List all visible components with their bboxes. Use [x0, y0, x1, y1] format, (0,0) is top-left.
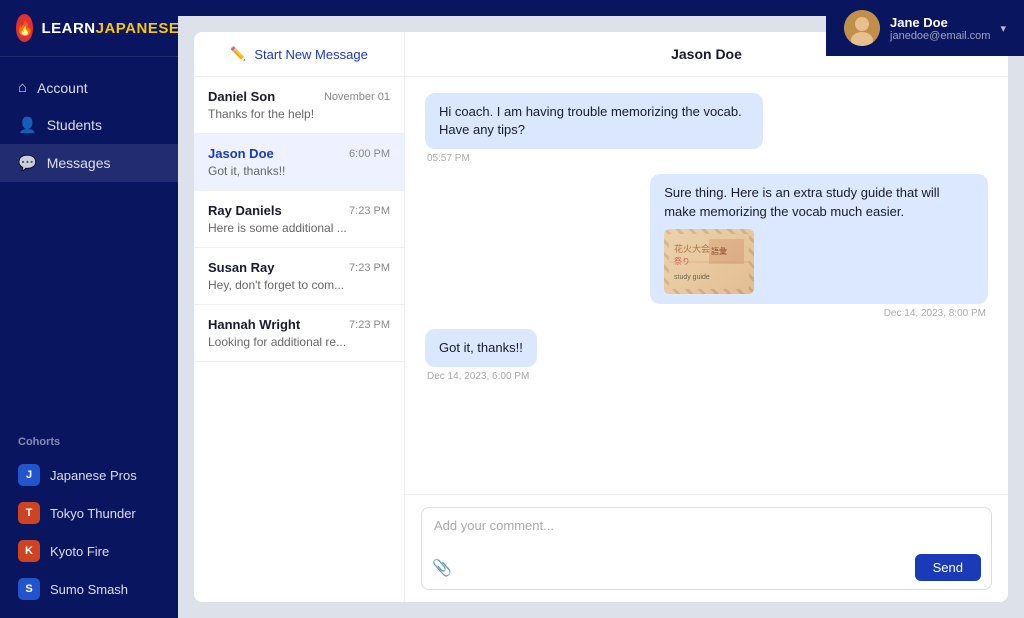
list-item[interactable]: Hannah Wright 7:23 PM Looking for additi… [194, 305, 404, 362]
svg-text:study guide: study guide [674, 274, 710, 281]
message-preview: Looking for additional re... [208, 335, 390, 349]
sidebar: 🔥 LEARNJAPANESE ⌂ Account 👤 Students 💬 M… [0, 0, 178, 618]
chevron-down-icon: ▾ [1000, 22, 1006, 35]
message-sender: Hannah Wright [208, 317, 300, 332]
message-time: 7:23 PM [349, 319, 390, 331]
chat-input-footer: 📎 Send [432, 554, 981, 581]
sidebar-item-messages[interactable]: 💬 Messages [0, 144, 178, 182]
chat-input-area: 📎 Send [405, 494, 1008, 602]
attachment-icon[interactable]: 📎 [432, 558, 452, 578]
topbar: Jane Doe janedoe@email.com ▾ [178, 0, 1024, 16]
message-bubble: Got it, thanks!! [425, 329, 537, 367]
edit-icon: ✏️ [230, 46, 246, 62]
message-bubble: Hi coach. I am having trouble memorizing… [425, 93, 763, 149]
sidebar-item-label: Students [47, 117, 102, 133]
message-sender: Susan Ray [208, 260, 274, 275]
list-item[interactable]: Daniel Son November 01 Thanks for the he… [194, 77, 404, 134]
message-time: 7:23 PM [349, 205, 390, 217]
chat-input[interactable] [434, 518, 979, 548]
user-menu[interactable]: Jane Doe janedoe@email.com ▾ [826, 0, 1024, 56]
cohort-item-japanese-pros[interactable]: J Japanese Pros [0, 456, 178, 494]
send-button[interactable]: Send [915, 554, 981, 581]
svg-text:花火大会: 花火大会 [674, 243, 710, 254]
message-preview: Thanks for the help! [208, 107, 390, 121]
message-time: 7:23 PM [349, 262, 390, 274]
cohorts-label: Cohorts [0, 430, 178, 456]
message-preview: Here is some additional ... [208, 221, 390, 235]
message-preview: Got it, thanks!! [208, 164, 390, 178]
message-sender: Daniel Son [208, 89, 275, 104]
sidebar-item-account[interactable]: ⌂ Account [0, 69, 178, 106]
message-text: Sure thing. Here is an extra study guide… [664, 185, 939, 218]
right-section: Jane Doe janedoe@email.com ▾ ✏️ Start Ne… [178, 0, 1024, 618]
cohort-badge: T [18, 502, 40, 524]
message-row: Got it, thanks!! Dec 14, 2023, 6:00 PM [425, 329, 988, 382]
logo-icon: 🔥 [16, 14, 33, 42]
message-text: Got it, thanks!! [439, 340, 523, 355]
cohort-item-kyoto-fire[interactable]: K Kyoto Fire [0, 532, 178, 570]
cohort-badge: J [18, 464, 40, 486]
cohort-badge: S [18, 578, 40, 600]
cohort-label: Japanese Pros [50, 468, 137, 483]
home-icon: ⌂ [18, 79, 27, 96]
user-info: Jane Doe janedoe@email.com [890, 15, 990, 42]
cohort-item-tokyo-thunder[interactable]: T Tokyo Thunder [0, 494, 178, 532]
message-image: 花火大会 祭り 語彙 study guide [664, 229, 754, 294]
logo: 🔥 LEARNJAPANESE [0, 0, 178, 57]
cohorts-section: Cohorts J Japanese Pros T Tokyo Thunder … [0, 420, 178, 618]
cohort-label: Kyoto Fire [50, 544, 109, 559]
list-item[interactable]: Ray Daniels 7:23 PM Here is some additio… [194, 191, 404, 248]
new-message-button[interactable]: ✏️ Start New Message [194, 32, 404, 77]
message-row: Hi coach. I am having trouble memorizing… [425, 93, 988, 164]
svg-text:語彙: 語彙 [711, 246, 727, 256]
sidebar-item-label: Account [37, 80, 88, 96]
chat-panel: Jason Doe Hi coach. I am having trouble … [404, 32, 1008, 602]
chat-messages: Hi coach. I am having trouble memorizing… [405, 77, 1008, 494]
avatar [844, 10, 880, 46]
message-time: November 01 [324, 91, 390, 103]
chat-input-box: 📎 Send [421, 507, 992, 590]
user-email: janedoe@email.com [890, 30, 990, 42]
message-timestamp: Dec 14, 2023, 8:00 PM [882, 308, 988, 319]
app-body: ✏️ Start New Message Daniel Son November… [178, 16, 1024, 618]
message-bubble: Sure thing. Here is an extra study guide… [650, 174, 988, 303]
message-list: Daniel Son November 01 Thanks for the he… [194, 77, 404, 602]
image-content: 花火大会 祭り 語彙 study guide [664, 229, 754, 294]
message-time: 6:00 PM [349, 148, 390, 160]
cohort-item-sumo-smash[interactable]: S Sumo Smash [0, 570, 178, 608]
sidebar-item-label: Messages [47, 155, 111, 171]
user-name: Jane Doe [890, 15, 990, 30]
person-icon: 👤 [18, 116, 37, 134]
cohort-label: Tokyo Thunder [50, 506, 136, 521]
message-text: Hi coach. I am having trouble memorizing… [439, 104, 742, 137]
logo-text: LEARNJAPANESE [41, 20, 179, 37]
messages-panel: ✏️ Start New Message Daniel Son November… [194, 32, 404, 602]
message-icon: 💬 [18, 154, 37, 172]
message-sender: Jason Doe [208, 146, 274, 161]
cohort-label: Sumo Smash [50, 582, 128, 597]
message-preview: Hey, don't forget to com... [208, 278, 390, 292]
message-timestamp: Dec 14, 2023, 6:00 PM [425, 371, 531, 382]
new-message-label: Start New Message [254, 47, 367, 62]
list-item[interactable]: Jason Doe 6:00 PM Got it, thanks!! [194, 134, 404, 191]
sidebar-item-students[interactable]: 👤 Students [0, 106, 178, 144]
message-row: Sure thing. Here is an extra study guide… [425, 174, 988, 318]
svg-text:祭り: 祭り [674, 256, 690, 266]
message-sender: Ray Daniels [208, 203, 282, 218]
chat-recipient-name: Jason Doe [671, 46, 742, 62]
message-timestamp: 05:57 PM [425, 153, 472, 164]
list-item[interactable]: Susan Ray 7:23 PM Hey, don't forget to c… [194, 248, 404, 305]
cohort-badge: K [18, 540, 40, 562]
nav-menu: ⌂ Account 👤 Students 💬 Messages [0, 57, 178, 194]
